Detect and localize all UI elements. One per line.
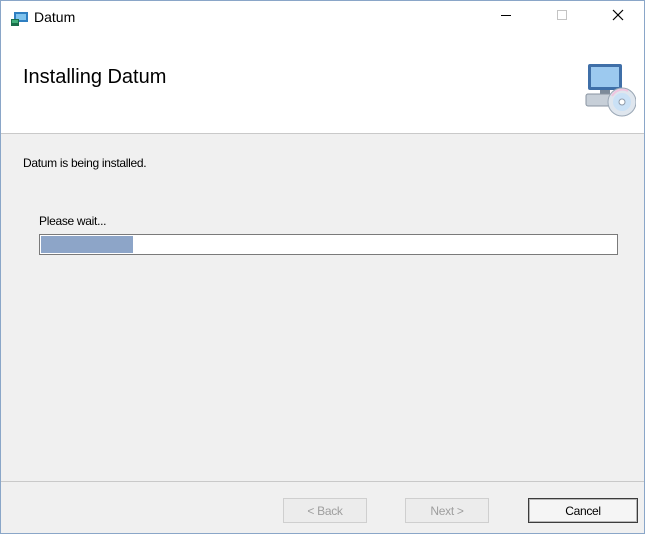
install-progress-bar bbox=[39, 234, 618, 255]
page-title: Installing Datum bbox=[23, 66, 167, 88]
install-status-text: Datum is being installed. bbox=[23, 156, 147, 170]
close-icon bbox=[612, 8, 624, 26]
maximize-button[interactable] bbox=[539, 1, 585, 33]
title-bar[interactable]: Datum bbox=[1, 1, 644, 33]
window-title: Datum bbox=[34, 9, 76, 25]
close-button[interactable] bbox=[595, 1, 641, 33]
wizard-body: Datum is being installed. Please wait... bbox=[1, 134, 644, 481]
back-button[interactable]: < Back bbox=[283, 498, 367, 523]
next-button[interactable]: Next > bbox=[405, 498, 489, 523]
minimize-button[interactable] bbox=[483, 1, 529, 33]
cancel-button[interactable]: Cancel bbox=[528, 498, 638, 523]
installer-app-icon bbox=[11, 11, 29, 27]
footer-divider bbox=[1, 481, 644, 482]
wizard-header: Installing Datum bbox=[1, 33, 644, 134]
please-wait-label: Please wait... bbox=[39, 214, 107, 228]
installer-window: Datum Installing Datum Datum is being in… bbox=[0, 0, 645, 534]
computer-cd-icon bbox=[584, 60, 637, 120]
maximize-icon bbox=[556, 8, 568, 26]
minimize-icon bbox=[500, 8, 512, 26]
progress-fill bbox=[41, 236, 133, 253]
